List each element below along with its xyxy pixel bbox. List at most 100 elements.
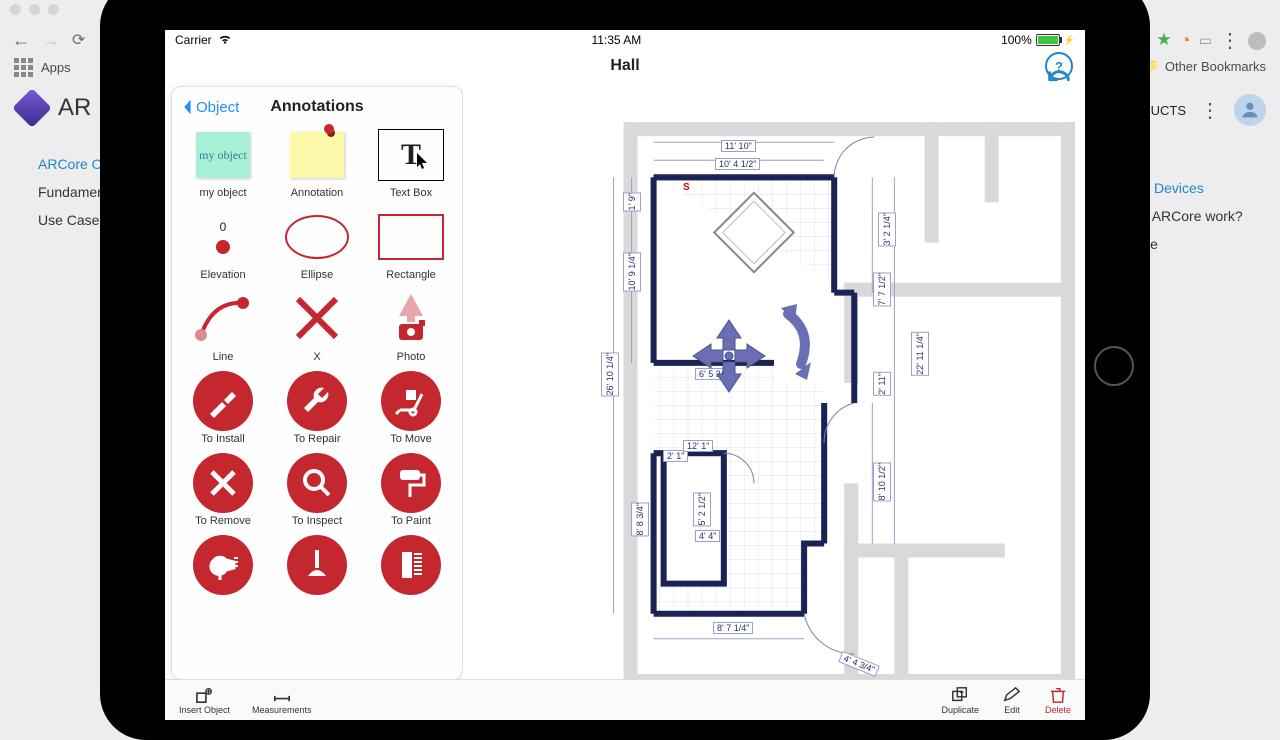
left-side-links: ARCore O Fundamen Use Cases xyxy=(38,156,106,228)
measurements-button[interactable]: Measurements xyxy=(252,686,312,715)
battery-icon xyxy=(1036,34,1060,46)
annotation-label: Elevation xyxy=(200,269,245,281)
app-nav-bar: Hall ? xyxy=(165,50,1085,82)
annotation-label: To Install xyxy=(201,433,244,445)
forward-icon[interactable]: → xyxy=(42,31,60,49)
dryer-icon xyxy=(193,535,253,595)
annotation-To Paint[interactable]: To Paint xyxy=(368,457,454,527)
back-button[interactable]: Object xyxy=(180,98,239,116)
tablet-frame: Carrier 11:35 AM 100% ⚡ Hall ? xyxy=(100,0,1150,740)
apps-grid-icon[interactable] xyxy=(14,58,33,77)
extension-icon[interactable]: ◔ xyxy=(1180,30,1191,51)
sidelink[interactable]: Fundamen xyxy=(38,184,106,200)
annotation-label: To Move xyxy=(390,433,432,445)
dimension-label: 2' 11" xyxy=(873,372,891,396)
edit-button[interactable]: Edit xyxy=(1001,686,1023,715)
x-icon xyxy=(292,293,342,346)
menu-icon[interactable]: ⋮ xyxy=(1220,28,1240,53)
user-avatar-icon[interactable] xyxy=(1234,94,1266,126)
carrier-label: Carrier xyxy=(175,33,212,47)
delete-button[interactable]: Delete xyxy=(1045,686,1071,715)
rotate-handle[interactable] xyxy=(773,302,823,382)
nav-title: Hall xyxy=(165,57,1085,75)
annotation-Line[interactable]: Line xyxy=(180,293,266,363)
time-label: 11:35 AM xyxy=(591,33,641,47)
annotation-label: Text Box xyxy=(390,187,432,199)
apps-label[interactable]: Apps xyxy=(41,60,71,75)
refresh-icon[interactable]: ⟳ xyxy=(72,30,85,50)
mac-window-dots xyxy=(10,4,59,15)
home-button[interactable] xyxy=(1094,346,1134,386)
insert-object-button[interactable]: Insert Object xyxy=(179,686,230,715)
star-icon[interactable] xyxy=(1156,31,1172,50)
annotation-X[interactable]: X xyxy=(274,293,360,363)
charging-icon: ⚡ xyxy=(1064,35,1075,46)
magnify-icon xyxy=(287,453,347,513)
annotation-label: X xyxy=(313,351,320,363)
annotation-Annotation[interactable]: Annotation xyxy=(274,129,360,199)
sidelink[interactable]: Use Cases xyxy=(38,212,106,228)
annotation-label: Annotation xyxy=(291,187,344,199)
dimension-label: 8' 7 1/4" xyxy=(713,622,753,634)
ucts-label[interactable]: UCTS xyxy=(1151,103,1186,118)
annotation-Elevation[interactable]: 0 Elevation xyxy=(180,211,266,281)
dolly-icon xyxy=(381,371,441,431)
pin-icon xyxy=(324,124,334,134)
dimension-label: 5' 2 1/2" xyxy=(693,492,711,526)
bottom-toolbar: Insert Object Measurements Duplicate Edi… xyxy=(165,679,1085,720)
move-handle[interactable] xyxy=(689,316,769,396)
duplicate-button[interactable]: Duplicate xyxy=(941,686,979,715)
back-label: Object xyxy=(196,99,239,116)
x-icon xyxy=(193,453,253,513)
annotations-panel: Object Annotations my objectmy objectAnn… xyxy=(171,86,463,680)
rectangle-icon xyxy=(378,214,444,260)
annotation-label: To Inspect xyxy=(292,515,342,527)
other-bookmarks-label[interactable]: Other Bookmarks xyxy=(1165,59,1266,74)
line-icon xyxy=(193,293,253,346)
sticky-note-icon: my object xyxy=(196,132,250,178)
dimension-label: 10' 9 1/4" xyxy=(623,252,641,291)
annotation-label: To Repair xyxy=(293,433,340,445)
extension-icon[interactable]: ▭ xyxy=(1199,32,1212,49)
annotation-comb[interactable] xyxy=(368,539,454,597)
annotation-To Inspect[interactable]: To Inspect xyxy=(274,457,360,527)
annotation-To Install[interactable]: To Install xyxy=(180,375,266,445)
chevron-left-icon xyxy=(180,98,194,116)
annotation-Ellipse[interactable]: Ellipse xyxy=(274,211,360,281)
annotation-label: my object xyxy=(199,187,246,199)
annotation-dryer[interactable] xyxy=(180,539,266,597)
annotation-Text Box[interactable]: TText Box xyxy=(368,129,454,199)
elevation-icon: 0 xyxy=(216,220,230,254)
annotation-Photo[interactable]: Photo xyxy=(368,293,454,363)
more-icon[interactable]: ⋮ xyxy=(1200,98,1220,123)
dimension-label: 7' 7 1/2" xyxy=(873,272,891,306)
sidelink[interactable]: ARCore O xyxy=(38,156,106,172)
annotation-To Repair[interactable]: To Repair xyxy=(274,375,360,445)
dimension-label: 8' 8 3/4" xyxy=(631,502,649,536)
ellipse-icon xyxy=(285,215,349,259)
annotation-label: Ellipse xyxy=(301,269,333,281)
page-title: AR xyxy=(58,94,91,122)
tablet-screen: Carrier 11:35 AM 100% ⚡ Hall ? xyxy=(165,30,1085,720)
annotation-label: Photo xyxy=(397,351,426,363)
annotation-plunger[interactable] xyxy=(274,539,360,597)
annotation-Rectangle[interactable]: Rectangle xyxy=(368,211,454,281)
sticky-note-icon xyxy=(290,132,344,178)
annotation-label: Line xyxy=(213,351,234,363)
wrench-icon xyxy=(287,371,347,431)
camera-icon xyxy=(389,292,433,347)
annotation-label: Rectangle xyxy=(386,269,436,281)
floor-plan-canvas[interactable]: 11' 10" 10' 4 1/2" 26' 10 1/4" 1' 9" 10'… xyxy=(463,82,1085,680)
s-marker: S xyxy=(683,182,690,193)
annotation-label: To Paint xyxy=(391,515,431,527)
annotation-To Move[interactable]: To Move xyxy=(368,375,454,445)
annotation-To Remove[interactable]: To Remove xyxy=(180,457,266,527)
screwdriver-icon xyxy=(193,371,253,431)
profile-icon[interactable] xyxy=(1248,32,1266,50)
ios-status-bar: Carrier 11:35 AM 100% ⚡ xyxy=(165,30,1085,50)
annotation-label: To Remove xyxy=(195,515,251,527)
plunger-icon xyxy=(287,535,347,595)
back-icon[interactable]: ← xyxy=(12,31,30,49)
roller-icon xyxy=(381,453,441,513)
annotation-my object[interactable]: my object my object xyxy=(180,129,266,199)
